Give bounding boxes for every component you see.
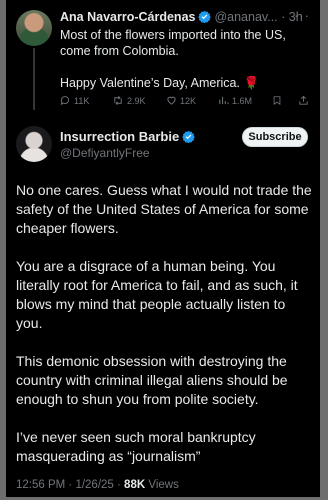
tweet-paragraph: You are a disgrace of a human being. You… <box>16 258 298 331</box>
tweet-footer: 12:56 PM · 1/26/25 · 88K Views <box>16 479 179 491</box>
tweet-paragraph: I’ve never seen such moral bankruptcy ma… <box>16 429 256 464</box>
reply-tweet-text: No one cares. Guess what I would not tra… <box>16 181 312 485</box>
reply-count: 11K <box>74 95 90 106</box>
bookmark-icon <box>273 96 281 106</box>
tweet-paragraph: Happy Valentine’s Day, America. 🌹 <box>60 75 310 91</box>
bookmark-button[interactable] <box>272 95 282 106</box>
parent-tweet-header: Ana Navarro-Cárdenas @ananav... · 3h <box>60 10 303 26</box>
repost-button[interactable]: 2.9K <box>112 95 146 106</box>
subscribe-button[interactable]: Subscribe <box>242 127 308 147</box>
views-count: 88K <box>124 479 146 491</box>
author-handle[interactable]: @DefiyantlyFree <box>60 146 150 160</box>
views-icon <box>219 96 229 105</box>
parent-tweet-text: Most of the flowers imported into the US… <box>60 27 310 91</box>
reply-author[interactable]: Insurrection Barbie <box>60 129 198 146</box>
screenshot-frame: Ana Navarro-Cárdenas @ananav... · 3h ··· … <box>6 0 320 497</box>
views-button[interactable]: 1.6M <box>218 95 252 106</box>
handle-time[interactable]: @ananav... · 3h <box>214 10 302 24</box>
tweet-paragraph: Most of the flowers imported into the US… <box>60 28 286 58</box>
share-icon <box>299 95 308 105</box>
heart-icon <box>167 96 176 105</box>
tweet-paragraph: No one cares. Guess what I would not tra… <box>16 182 312 236</box>
author-name[interactable]: Insurrection Barbie <box>60 129 179 144</box>
parent-tweet[interactable]: Ana Navarro-Cárdenas @ananav... · 3h ··· … <box>6 0 320 110</box>
verified-badge-icon <box>182 130 195 146</box>
tweet-paragraph: This demonic obsession with destroying t… <box>16 353 288 407</box>
share-button[interactable] <box>298 95 309 106</box>
avatar[interactable] <box>16 10 52 46</box>
tweet-actions: 11K 2.9K 12K 1.6M <box>60 95 310 109</box>
reply-button[interactable]: 11K <box>60 95 89 106</box>
view-count: 1.6M <box>232 95 253 106</box>
author-name[interactable]: Ana Navarro-Cárdenas <box>60 10 195 24</box>
rose-emoji: 🌹 <box>243 76 260 90</box>
repost-count: 2.9K <box>127 95 146 106</box>
more-options-icon[interactable]: ··· <box>294 8 310 23</box>
tweet-paragraph-text: Happy Valentine’s Day, America. <box>60 76 240 90</box>
repost-icon <box>114 96 122 105</box>
reply-icon <box>60 96 70 106</box>
views-label: Views <box>145 479 179 491</box>
thread-line <box>33 48 35 110</box>
timestamp[interactable]: 12:56 PM · 1/26/25 · <box>16 479 124 491</box>
verified-badge-icon <box>198 10 212 26</box>
like-count: 12K <box>180 95 197 106</box>
avatar[interactable] <box>16 126 52 162</box>
like-button[interactable]: 12K <box>166 95 196 106</box>
